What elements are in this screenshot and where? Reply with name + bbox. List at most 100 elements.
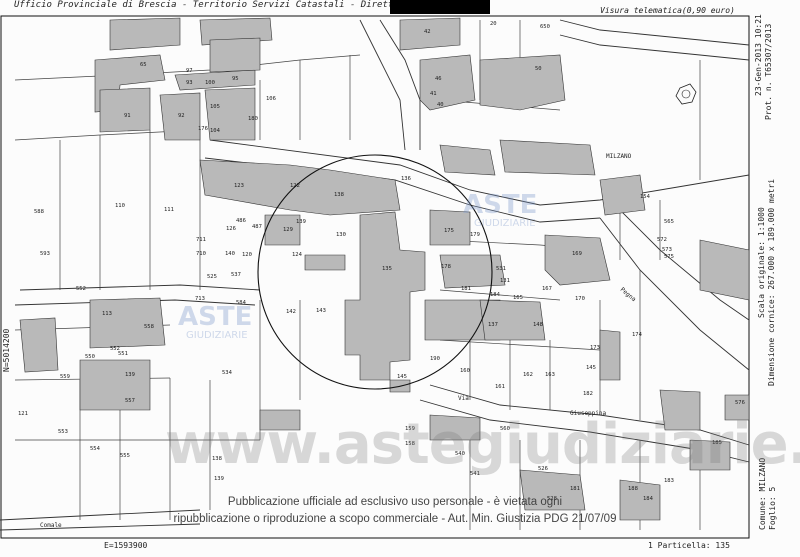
parcel-number: 650 [540, 24, 550, 30]
parcel-number: 93 [186, 80, 193, 86]
parcel-number: 565 [664, 219, 674, 225]
redaction-bar [390, 0, 490, 14]
side-foglio: Foglio: 5 [768, 486, 777, 530]
parcel-number: 554 [90, 446, 101, 452]
watermark-aste-1: ASTE [463, 190, 538, 220]
parcel-number: 135 [382, 266, 392, 272]
notice-line-2: ripubblicazione o riproduzione a scopo c… [173, 513, 617, 525]
parcel-number: 145 [397, 374, 407, 380]
parcel-number: 710 [196, 251, 206, 257]
parcel-number: 572 [657, 237, 667, 243]
parcel-number: 180 [248, 116, 258, 122]
parcel-number: 148 [533, 322, 543, 328]
parcel-number: 184 [643, 496, 654, 502]
parcel-number: 41 [430, 91, 437, 97]
parcel-number: 170 [575, 296, 585, 302]
parcel-number: 551 [118, 351, 128, 357]
parcel-number: 142 [286, 309, 296, 315]
parcel-number: 154 [640, 194, 651, 200]
side-prot: Prot. n. T65307/2013 [764, 23, 773, 120]
parcel-number: 182 [583, 391, 593, 397]
parcel-number: 525 [207, 274, 217, 280]
parcel-number: 100 [205, 80, 215, 86]
parcel-number: 104 [210, 128, 221, 134]
parcel-number: 486 [236, 218, 246, 224]
parcel-number: 190 [430, 356, 440, 362]
cadastral-map-sheet: 65 97 93 100 95 106 91 92 105 180 176 104 588 110 111 5… [0, 0, 800, 557]
street-label-milzano: MILZANO [606, 153, 632, 160]
parcel-number: 169 [572, 251, 582, 257]
parcel-number: 97 [186, 68, 193, 74]
watermark-giudiziarie-1: GIUDIZIARIE [474, 218, 536, 229]
parcel-number: 91 [124, 113, 131, 119]
parcel-number: 121 [18, 411, 28, 417]
parcel-number: 122 [290, 183, 300, 189]
parcel-number: 534 [222, 370, 233, 376]
parcel-number: 46 [435, 76, 442, 82]
side-scale: Scala originale: 1:1000 [757, 207, 766, 318]
street-label-comale: Comale [40, 522, 62, 529]
parcel-number: 20 [490, 21, 497, 27]
notice-line-1: Pubblicazione ufficiale ad esclusivo uso… [227, 496, 563, 508]
parcel-number: 111 [164, 207, 174, 213]
parcel-number: 129 [283, 227, 293, 233]
parcel-number: 40 [437, 102, 444, 108]
parcel-number: 50 [535, 66, 542, 72]
parcel-number: 95 [232, 76, 239, 82]
header-visura-label: Visura telematica(0,90 euro) [600, 6, 735, 15]
tower-mark-inner [681, 89, 691, 99]
parcel-number: 575 [664, 254, 674, 260]
parcel-number: 183 [664, 478, 674, 484]
parcel-number: 105 [210, 104, 220, 110]
parcel-number: 576 [735, 400, 745, 406]
parcel-number: 140 [225, 251, 235, 257]
parcel-number: 173 [590, 345, 600, 351]
parcel-number: 550 [85, 354, 95, 360]
side-north-coordinate: N=5014200 [2, 328, 11, 372]
parcel-number: 120 [242, 252, 252, 258]
watermark-site: www.astegiudiziarie.it [165, 412, 800, 477]
parcel-number: 139 [296, 219, 306, 225]
parcel-number: 537 [231, 272, 241, 278]
parcel-number: 145 [586, 365, 596, 371]
parcel-number: 559 [60, 374, 70, 380]
parcel-number: 163 [545, 372, 555, 378]
parcel-number: 179 [470, 232, 480, 238]
parcel-number: 131 [500, 278, 510, 284]
parcel-number: 162 [523, 372, 533, 378]
parcel-number: 42 [424, 29, 431, 35]
parcel-number: 92 [178, 113, 185, 119]
parcel-number: 558 [144, 324, 154, 330]
parcel-number: 188 [628, 486, 638, 492]
parcel-number: 113 [102, 311, 112, 317]
parcel-number: 593 [40, 251, 50, 257]
parcel-number: 553 [58, 429, 68, 435]
parcel-number: 136 [401, 176, 411, 182]
parcel-number: 178 [441, 264, 451, 270]
parcel-number: 531 [496, 266, 506, 272]
footer-particella: 1 Particella: 135 [648, 541, 730, 550]
parcel-number: 588 [34, 209, 44, 215]
parcel-number: 137 [488, 322, 498, 328]
parcel-number: 175 [444, 228, 454, 234]
parcel-number: 487 [252, 224, 262, 230]
parcel-number: 130 [336, 232, 346, 238]
parcel-number: 167 [542, 286, 552, 292]
parcel-number: 176 [198, 126, 208, 132]
watermark-giudiziarie-2: GIUDIZIARIE [186, 330, 248, 341]
parcel-number: 160 [460, 368, 470, 374]
tower-mark [675, 83, 697, 105]
parcel-number: 711 [196, 237, 206, 243]
parcel-number: 138 [334, 192, 344, 198]
parcel-number: 184 [490, 292, 501, 298]
parcel-number: 552 [76, 286, 86, 292]
parcel-number: 557 [125, 398, 135, 404]
side-dimensions: Dimensione cornice: 267.000 x 189.000 me… [767, 178, 776, 386]
street-label-via: Via [458, 395, 469, 402]
parcel-number: 181 [461, 286, 471, 292]
parcel-number: 161 [495, 384, 505, 390]
publication-notice: Pubblicazione ufficiale ad esclusivo uso… [160, 494, 630, 528]
parcel-number: 65 [140, 62, 147, 68]
footer-east-coordinate: E=1593900 [104, 541, 148, 550]
street-label-pegna: Pegna [619, 286, 638, 303]
